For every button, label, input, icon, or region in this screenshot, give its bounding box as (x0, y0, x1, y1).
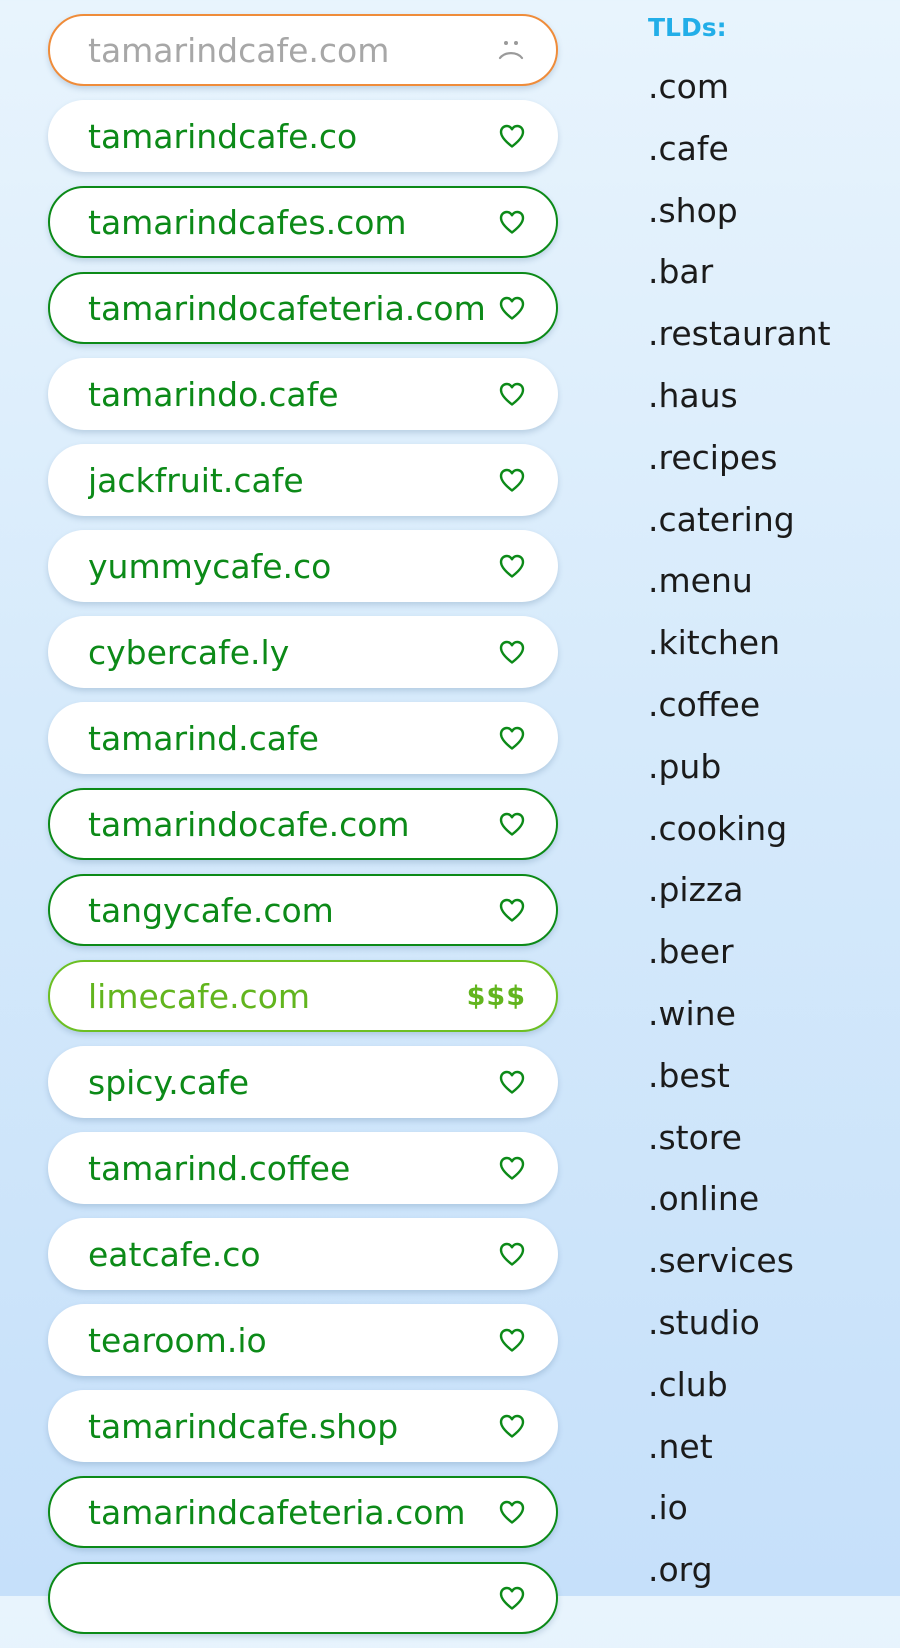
heart-icon[interactable] (498, 553, 526, 579)
tld-option[interactable]: .com (648, 56, 888, 118)
domain-name: tamarindcafes.com (88, 202, 407, 242)
domain-name: spicy.cafe (88, 1062, 250, 1102)
tld-option[interactable]: .pub (648, 736, 888, 798)
domain-name: tamarindocafeteria.com (88, 288, 486, 328)
tld-list: .com .cafe .shop .bar .restaurant .haus .recip… (648, 56, 888, 1601)
domain-name: tamarindcafe.com (88, 30, 390, 70)
tld-option[interactable]: .best (648, 1045, 888, 1107)
heart-icon[interactable] (498, 123, 526, 149)
domain-suggestion-item[interactable]: tamarindcafe.co (48, 100, 558, 172)
tld-option[interactable]: .recipes (648, 427, 888, 489)
tld-option[interactable]: .pizza (648, 859, 888, 921)
tld-option[interactable]: .coffee (648, 674, 888, 736)
domain-suggestion-item[interactable]: spicy.cafe (48, 1046, 558, 1118)
heart-icon[interactable] (498, 1327, 526, 1353)
price-icon: $$$ (466, 980, 526, 1012)
domain-name: tamarindocafe.com (88, 804, 410, 844)
domain-name: jackfruit.cafe (88, 460, 304, 500)
domain-name: eatcafe.co (88, 1234, 261, 1274)
domain-suggestion-item[interactable]: limecafe.com $$$ (48, 960, 558, 1032)
tld-option[interactable]: .cooking (648, 798, 888, 860)
domain-name: tearoom.io (88, 1320, 267, 1360)
heart-icon[interactable] (498, 1155, 526, 1181)
domain-suggestion-item[interactable]: tamarindocafeteria.com (48, 272, 558, 344)
sad-face-icon (496, 37, 526, 63)
tld-option[interactable]: .restaurant (648, 303, 888, 365)
tld-option[interactable]: .menu (648, 550, 888, 612)
heart-icon[interactable] (498, 467, 526, 493)
heart-icon[interactable] (498, 897, 526, 923)
domain-name: tamarindcafe.co (88, 116, 358, 156)
heart-icon[interactable] (498, 811, 526, 837)
tld-option[interactable]: .wine (648, 983, 888, 1045)
domain-suggestion-item[interactable]: tamarind.cafe (48, 702, 558, 774)
heart-icon[interactable] (498, 725, 526, 751)
heart-icon[interactable] (498, 381, 526, 407)
domain-suggestion-item[interactable]: jackfruit.cafe (48, 444, 558, 516)
domain-name: tangycafe.com (88, 890, 334, 930)
heart-icon[interactable] (498, 1241, 526, 1267)
domain-suggestion-item[interactable]: tearoom.io (48, 1304, 558, 1376)
tld-panel: TLDs: .com .cafe .shop .bar .restaurant .haus… (648, 14, 888, 1601)
domain-suggestion-item[interactable]: tamarindcafes.com (48, 186, 558, 258)
tld-option[interactable]: .online (648, 1168, 888, 1230)
heart-icon[interactable] (498, 1069, 526, 1095)
domain-suggestion-item[interactable] (48, 1562, 558, 1634)
domain-suggestion-item[interactable]: cybercafe.ly (48, 616, 558, 688)
domain-name: cybercafe.ly (88, 632, 290, 672)
tld-option[interactable]: .io (648, 1477, 888, 1539)
domain-suggestion-item[interactable]: tamarindcafe.com (48, 14, 558, 86)
tld-option[interactable]: .beer (648, 921, 888, 983)
heart-icon[interactable] (498, 1585, 526, 1611)
domain-suggestion-item[interactable]: tamarind.coffee (48, 1132, 558, 1204)
tld-option[interactable]: .shop (648, 180, 888, 242)
tld-option[interactable]: .haus (648, 365, 888, 427)
domain-name: tamarind.cafe (88, 718, 319, 758)
tld-option[interactable]: .studio (648, 1292, 888, 1354)
domain-suggestion-item[interactable]: tangycafe.com (48, 874, 558, 946)
domain-suggestion-item[interactable]: tamarindcafe.shop (48, 1390, 558, 1462)
tld-option[interactable]: .net (648, 1416, 888, 1478)
tld-heading: TLDs: (648, 13, 727, 42)
domain-suggestion-item[interactable]: eatcafe.co (48, 1218, 558, 1290)
domain-name: tamarind.coffee (88, 1148, 351, 1188)
domain-suggestion-item[interactable]: tamarindocafe.com (48, 788, 558, 860)
domain-name: tamarindcafeteria.com (88, 1492, 466, 1532)
domain-suggestion-item[interactable]: tamarindcafeteria.com (48, 1476, 558, 1548)
tld-option[interactable]: .store (648, 1107, 888, 1169)
domain-suggestion-list: tamarindcafe.com tamarindcafe.co tamarindc… (48, 14, 558, 1648)
heart-icon[interactable] (498, 209, 526, 235)
heart-icon[interactable] (498, 639, 526, 665)
domain-name: tamarindcafe.shop (88, 1406, 399, 1446)
heart-icon[interactable] (498, 1413, 526, 1439)
tld-option[interactable]: .club (648, 1354, 888, 1416)
domain-name: tamarindo.cafe (88, 374, 339, 414)
tld-option[interactable]: .kitchen (648, 612, 888, 674)
tld-option[interactable]: .org (648, 1539, 888, 1601)
tld-option[interactable]: .bar (648, 241, 888, 303)
domain-suggestion-item[interactable]: yummycafe.co (48, 530, 558, 602)
tld-option[interactable]: .catering (648, 489, 888, 551)
domain-name: yummycafe.co (88, 546, 332, 586)
heart-icon[interactable] (498, 295, 526, 321)
heart-icon[interactable] (498, 1499, 526, 1525)
tld-option[interactable]: .services (648, 1230, 888, 1292)
domain-name: limecafe.com (88, 976, 311, 1016)
domain-suggestion-item[interactable]: tamarindo.cafe (48, 358, 558, 430)
tld-option[interactable]: .cafe (648, 118, 888, 180)
